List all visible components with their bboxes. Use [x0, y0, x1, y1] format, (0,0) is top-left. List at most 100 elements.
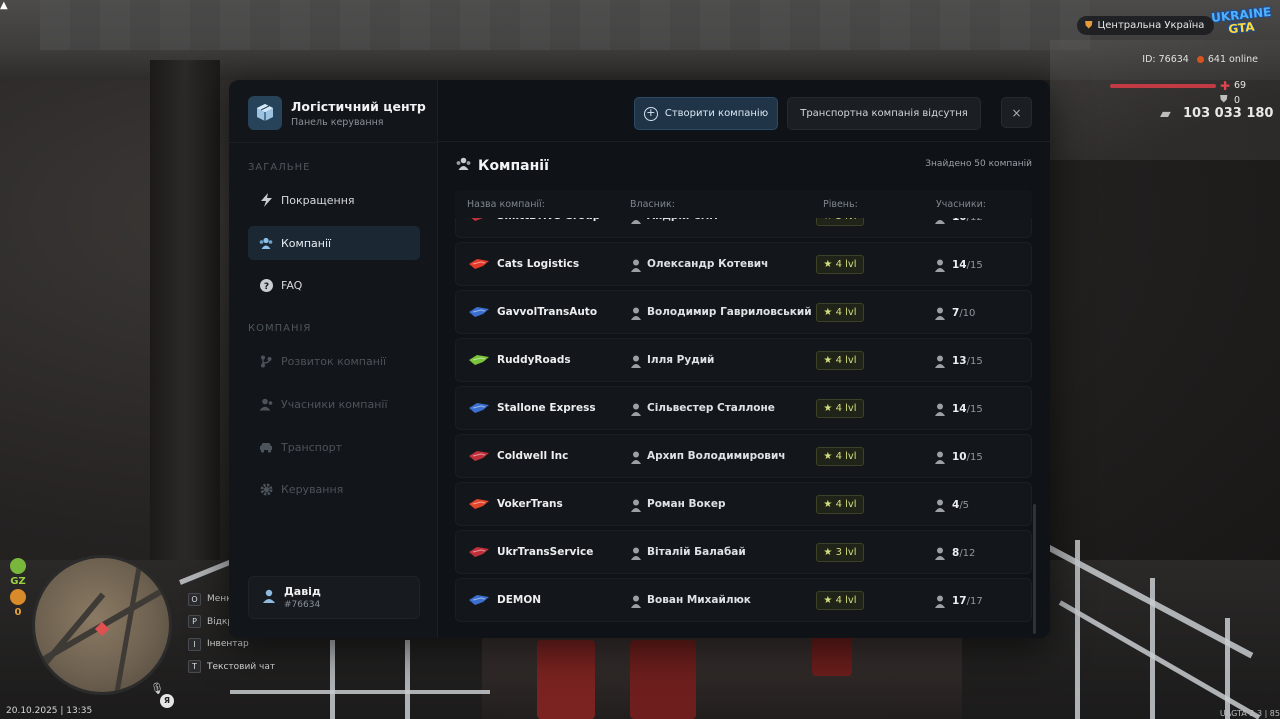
nav-item-upgrades[interactable]: Покращення [248, 183, 420, 217]
company-owner: Андрій Сміт [647, 218, 719, 222]
members-current: 13 [952, 355, 967, 367]
members-icon [935, 449, 945, 464]
armor-value: 0 [1234, 95, 1241, 106]
company-name: SmittDrive Group [497, 218, 600, 222]
create-company-button[interactable]: + Створити компанію [634, 97, 778, 130]
background-bag [812, 636, 852, 676]
results-count: Знайдено 50 компаній [925, 159, 1032, 169]
region-crest-icon: ⛊ [1085, 20, 1093, 31]
level-badge: ★ 3 lvl [816, 218, 864, 226]
table-row[interactable]: Coldwell Inc Архип Володимирович ★ 4 lvl 10… [455, 434, 1032, 478]
level-badge: ★ 4 lvl [816, 303, 864, 322]
column-level: Рівень: [823, 199, 858, 210]
members-count: 17/17 [952, 595, 983, 607]
company-logo-icon [469, 496, 489, 512]
status-indicators: GZ 0 [8, 558, 28, 618]
company-logo-icon [469, 256, 489, 272]
region-name: Центральна Україна [1097, 20, 1205, 31]
members-icon [935, 545, 945, 560]
members-current: 10 [952, 451, 967, 463]
hint-label: Інвентар [207, 639, 249, 650]
company-owner: Роман Вокер [647, 498, 726, 510]
wanted-level: 0 [14, 607, 22, 618]
table-row[interactable]: VokerTrans Роман Вокер ★ 4 lvl 4/5 [455, 482, 1032, 526]
money-value: 103 033 180 [1183, 106, 1274, 121]
table-row[interactable]: Stallone Express Сільвестер Сталлоне ★ 4 l… [455, 386, 1032, 430]
railing-post [1150, 578, 1155, 719]
company-owner: Вован Михайлюк [647, 594, 751, 606]
transport-company-label: Транспортна компанія відсутня [800, 108, 968, 119]
section-company-title: КОМПАНІЯ [248, 323, 312, 334]
nav-label: Транспорт [281, 440, 342, 454]
level-badge: ★ 4 lvl [816, 351, 864, 370]
table-row[interactable]: UkrTransService Віталій Балабай ★ 3 lvl 8/1… [455, 530, 1032, 574]
star-icon: ★ [823, 259, 836, 270]
health-value: 69 [1234, 80, 1247, 91]
level-text: 4 lvl [835, 307, 857, 318]
nav-item-companies[interactable]: Компанії [248, 226, 420, 260]
nav-item-management[interactable]: Керування [248, 472, 420, 506]
nav-item-development[interactable]: Розвиток компанії [248, 344, 420, 378]
plus-circle-icon: + [643, 106, 658, 121]
scrollbar[interactable] [1033, 504, 1036, 634]
nav-label: Компанії [281, 236, 332, 250]
company-name: DEMON [497, 594, 542, 606]
nav-label: Розвиток компанії [281, 354, 387, 368]
table-row[interactable]: RuddyRoads Ілля Рудий ★ 4 lvl 13/15 [455, 338, 1032, 382]
divider [229, 142, 438, 143]
company-logo-icon [469, 352, 489, 368]
user-group-icon [259, 397, 273, 411]
hint-key: P [188, 615, 201, 629]
close-button[interactable]: × [1001, 97, 1032, 128]
user-name: Давід [284, 585, 321, 598]
table-row[interactable]: Cats Logistics Олександр Котевич ★ 4 lvl 14… [455, 242, 1032, 286]
members-icon [935, 353, 945, 368]
star-icon: ★ [823, 218, 835, 222]
company-name: RuddyRoads [497, 354, 571, 366]
company-logo-icon [469, 400, 489, 416]
gear-icon [259, 482, 273, 496]
members-count: 13/15 [952, 355, 983, 367]
background-beam [40, 0, 1090, 50]
nav-item-members[interactable]: Учасники компанії [248, 387, 420, 421]
table-row[interactable]: SmittDrive Group Андрій Сміт ★ 3 lvl 10/12 [455, 218, 1032, 238]
members-current: 14 [952, 259, 967, 271]
level-badge: ★ 4 lvl [816, 495, 864, 514]
company-name: UkrTransService [497, 546, 594, 558]
company-logo-icon [469, 448, 489, 464]
game-version: UAGTA 3.3 | 85 [1219, 709, 1280, 718]
user-id: #76634 [284, 600, 321, 610]
microphone-icon: 🎙 [150, 682, 164, 695]
armor-icon: ⛊ [1220, 94, 1228, 105]
online-text: 641 online [1207, 54, 1258, 65]
table-row[interactable]: DEMON Вован Михайлюк ★ 4 lvl 17/17 [455, 578, 1032, 622]
star-icon: ★ [823, 355, 836, 366]
members-max: /5 [959, 500, 970, 511]
create-company-label: Створити компанію [664, 108, 769, 119]
background-pillar [150, 60, 220, 580]
nav-item-faq[interactable]: ? FAQ [248, 268, 420, 302]
transport-company-button[interactable]: Транспортна компанія відсутня [787, 97, 981, 130]
voice-badge: Я [160, 694, 174, 708]
svg-text:?: ? [263, 282, 268, 292]
company-list: SmittDrive Group Андрій Сміт ★ 3 lvl 10/12 C… [455, 218, 1032, 638]
level-badge: ★ 4 lvl [816, 447, 864, 466]
level-text: 4 lvl [835, 595, 857, 606]
members-max: /15 [966, 452, 983, 463]
lightning-icon [259, 193, 273, 207]
company-owner: Сільвестер Сталлоне [647, 402, 775, 414]
company-name: Coldwell Inc [497, 450, 569, 462]
hint-key: I [188, 637, 201, 651]
panel-topbar: + Створити компанію Транспортна компанія… [438, 80, 1050, 142]
members-icon [935, 257, 945, 272]
region-badge: ⛊ Центральна Україна [1077, 16, 1215, 35]
online-dot-icon [1196, 56, 1204, 63]
health-bar [1110, 84, 1216, 88]
level-badge: ★ 3 lvl [816, 543, 864, 562]
nav-item-transport[interactable]: Транспорт [248, 430, 420, 464]
star-icon: ★ [823, 307, 836, 318]
minimap [32, 555, 172, 695]
table-row[interactable]: GavvolTransAuto Володимир Гавриловський ★ … [455, 290, 1032, 334]
members-icon [935, 401, 945, 416]
company-owner: Ілля Рудий [647, 354, 715, 366]
